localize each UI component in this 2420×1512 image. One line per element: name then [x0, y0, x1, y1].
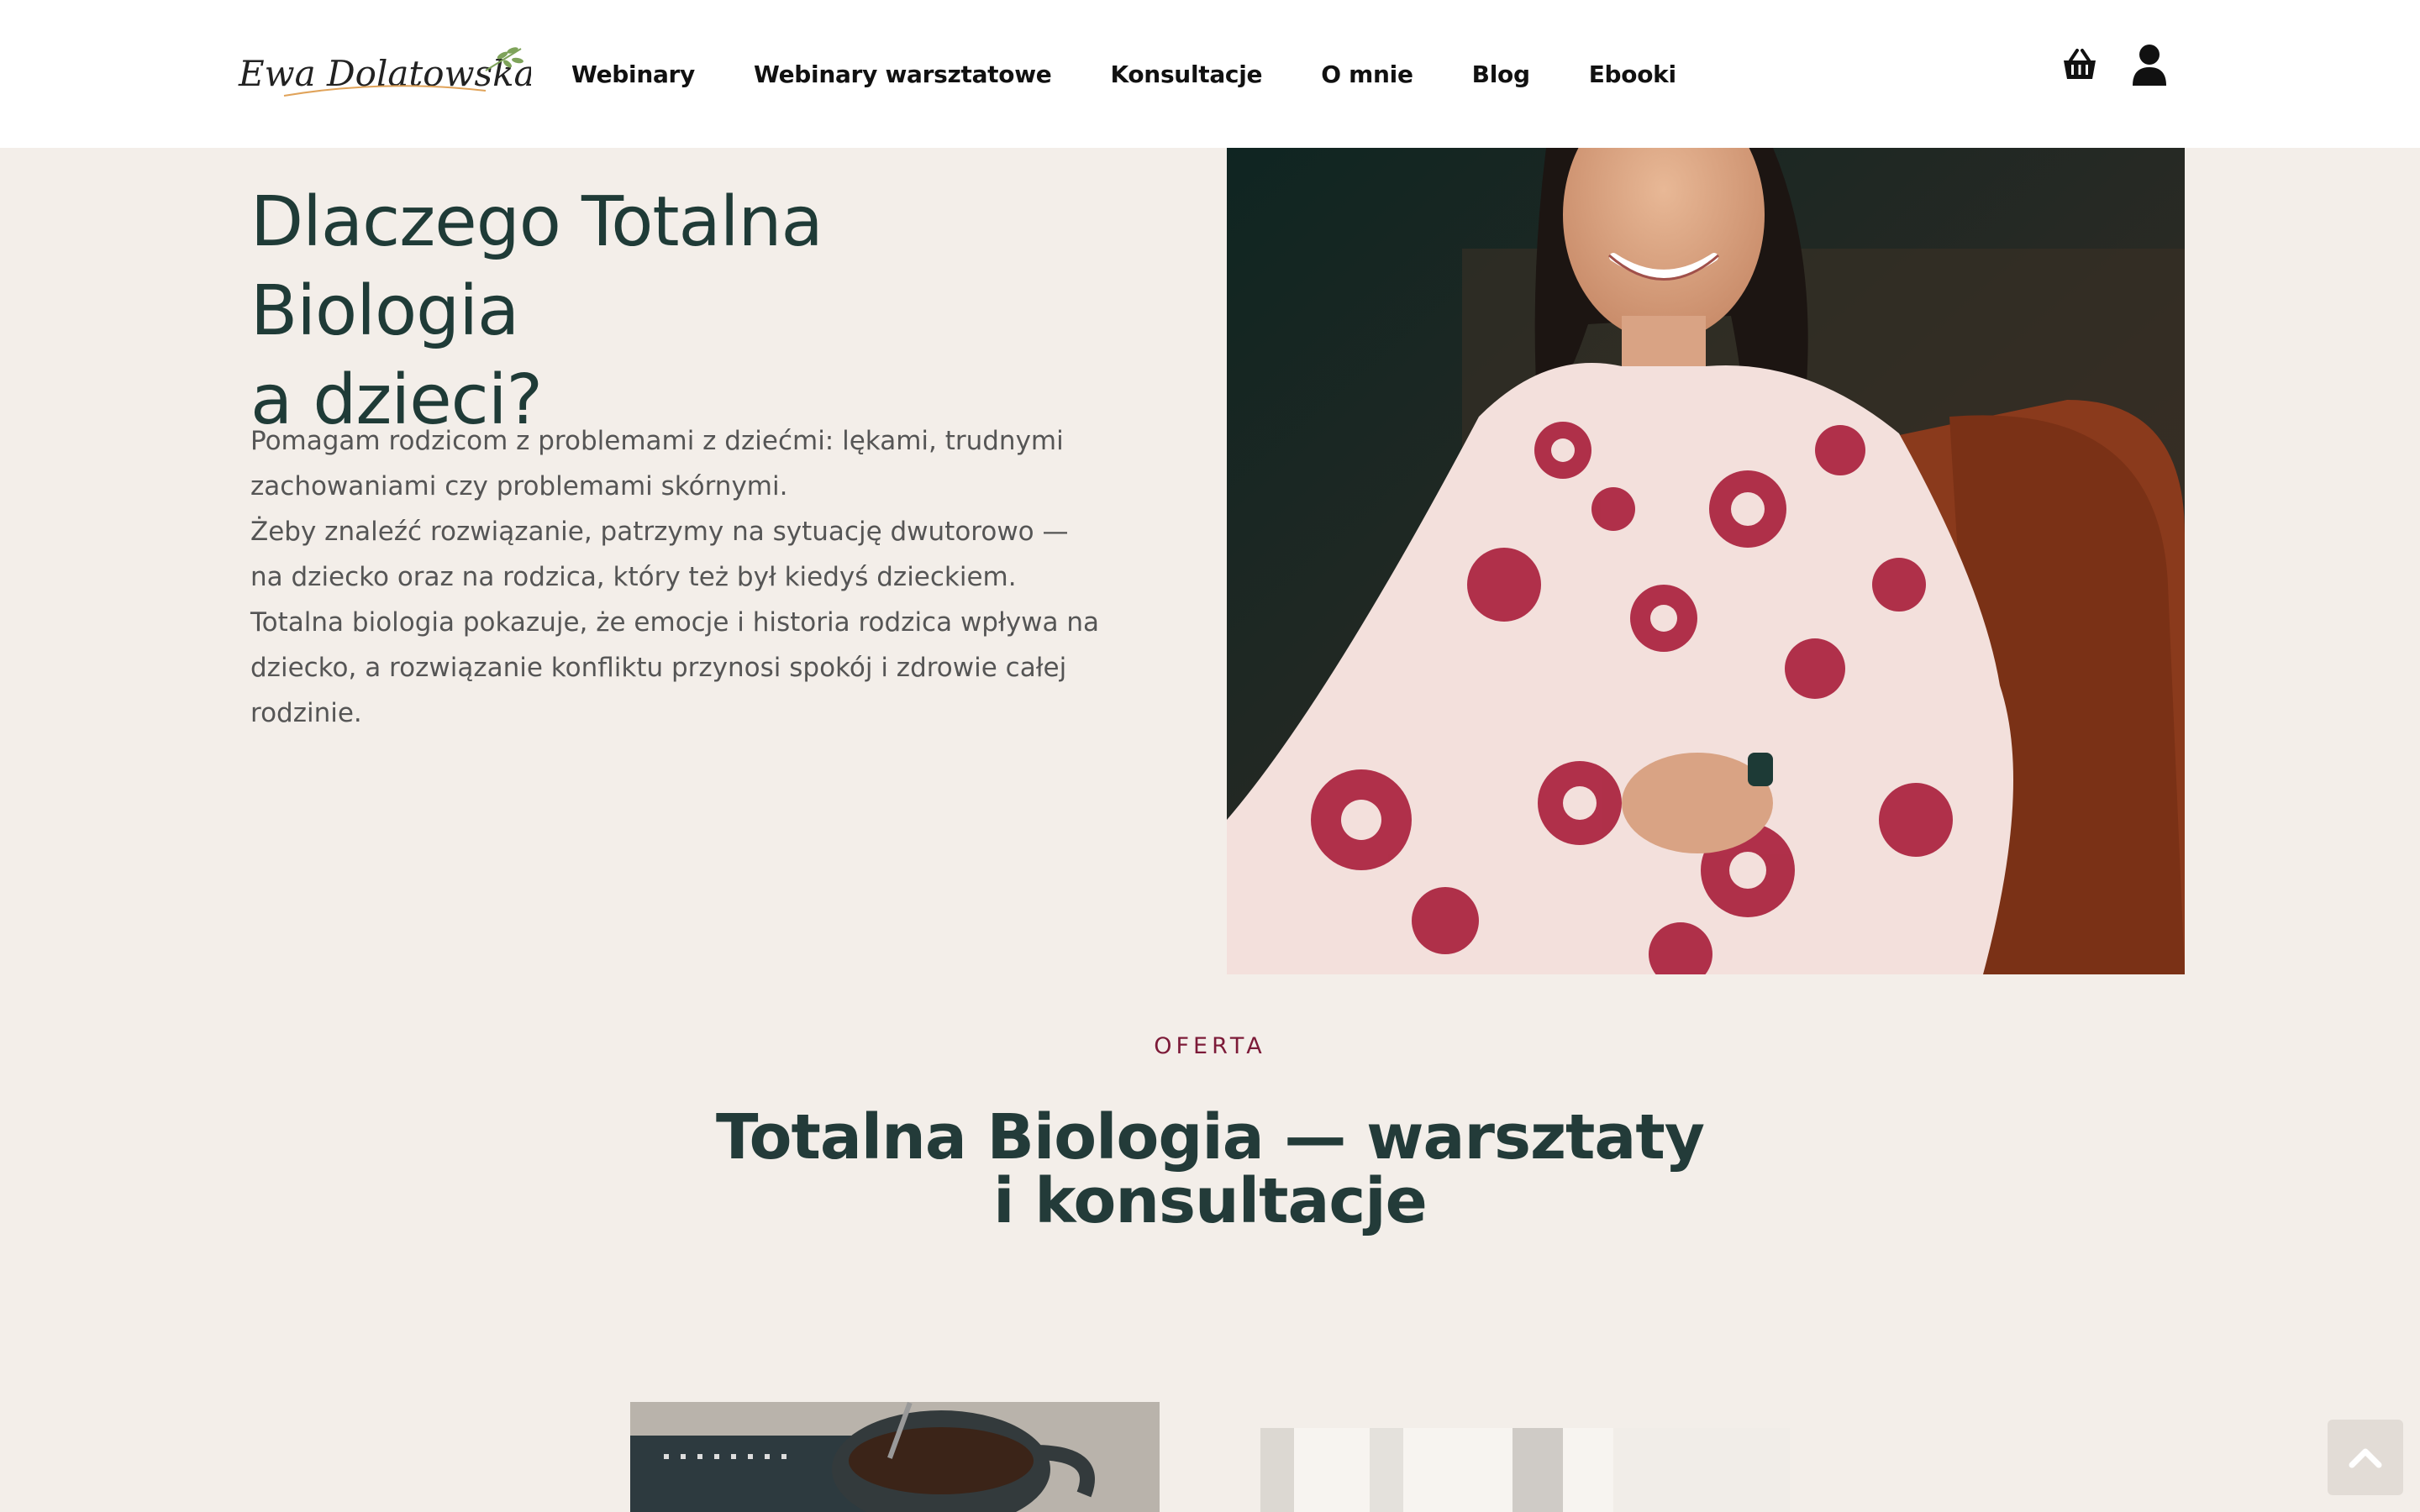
chevron-up-icon: [2349, 1448, 2382, 1468]
nav-konsultacje[interactable]: Konsultacje: [1110, 60, 1262, 88]
scroll-to-top-button[interactable]: [2328, 1420, 2403, 1495]
logo[interactable]: Ewa Dolatowska: [234, 37, 531, 106]
offer-title: Totalna Biologia — warsztaty i konsultac…: [716, 1101, 1705, 1237]
nav-webinary[interactable]: Webinary: [571, 60, 695, 88]
cart-icon[interactable]: [2060, 49, 2099, 82]
nav-blog[interactable]: Blog: [1472, 60, 1530, 88]
main-nav: Webinary Webinary warsztatowe Konsultacj…: [571, 0, 1735, 148]
hero-portrait-photo: [1227, 148, 2185, 974]
logo-text: Ewa Dolatowska: [238, 53, 531, 94]
hero-description: Pomagam rodzicom z problemami z dziećmi:…: [250, 418, 1099, 736]
offer-label: OFERTA: [1154, 1033, 1266, 1059]
nav-o-mnie[interactable]: O mnie: [1321, 60, 1413, 88]
hero-title-line1: Dlaczego Totalna Biologia: [250, 182, 823, 351]
user-icon[interactable]: [2131, 44, 2168, 87]
offer-card-image-2[interactable]: [1260, 1428, 1790, 1512]
hero-paragraph-1: Pomagam rodzicom z problemami z dziećmi:…: [250, 426, 1064, 501]
site-header: Ewa Dolatowska Webinary Webinary warszta…: [0, 0, 2420, 148]
hero-paragraph-2: Żeby znaleźć rozwiązanie, patrzymy na sy…: [250, 517, 1099, 728]
offer-card-image-1[interactable]: [630, 1402, 1160, 1512]
nav-webinary-warsztatowe[interactable]: Webinary warsztatowe: [754, 60, 1052, 88]
nav-ebooki[interactable]: Ebooki: [1589, 60, 1676, 88]
hero-title: Dlaczego Totalna Biologia a dzieci?: [250, 178, 1091, 445]
